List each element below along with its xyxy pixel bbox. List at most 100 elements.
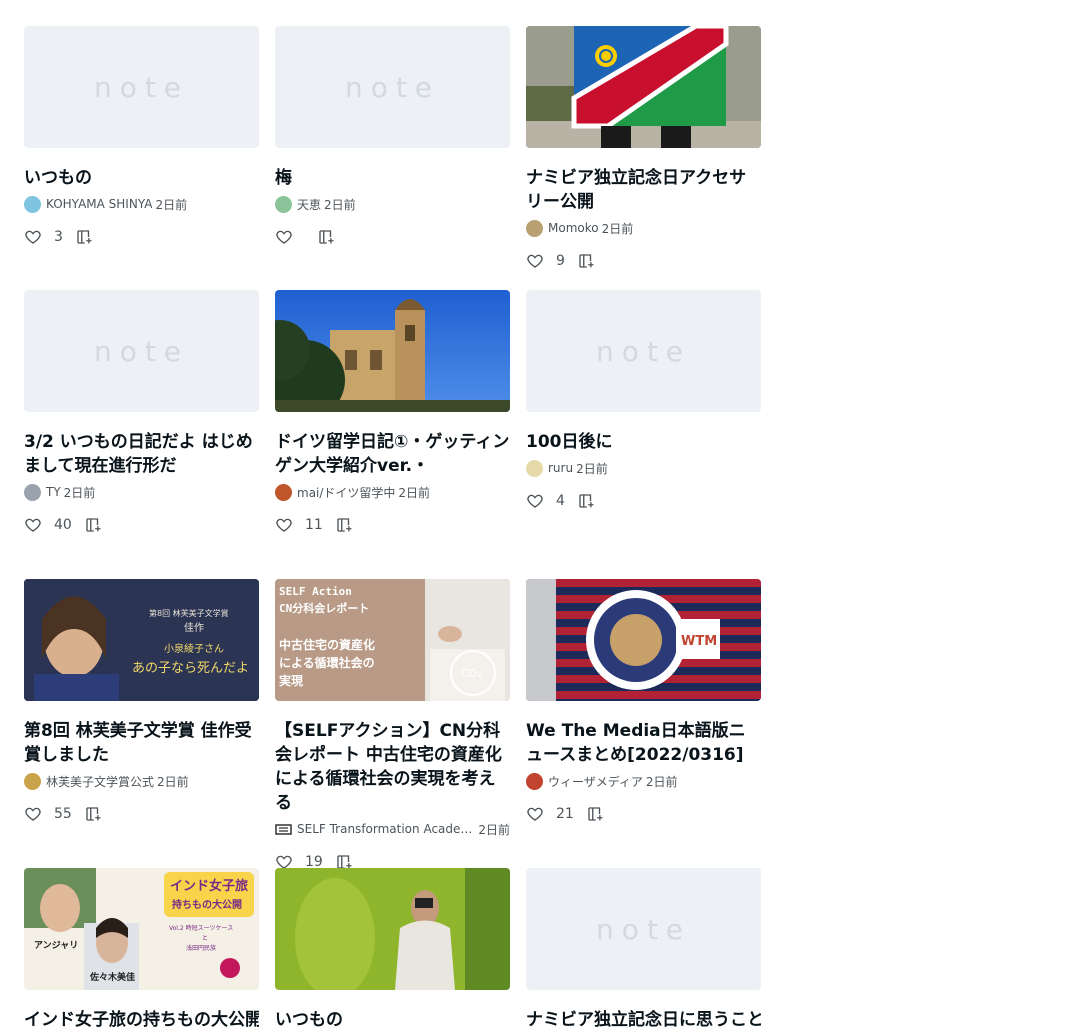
- heart-icon[interactable]: [526, 492, 544, 510]
- heart-icon[interactable]: [24, 516, 42, 534]
- add-to-magazine-icon[interactable]: [75, 228, 93, 246]
- article-card[interactable]: note 3/2 いつもの日記だよ はじめまして現在進行形だ TY 2日前 40: [24, 290, 259, 579]
- article-card[interactable]: CO₂ SELF Action CN分科会レポート 中古住宅の資産化 による循環…: [275, 579, 510, 870]
- author-avatar[interactable]: [24, 195, 41, 213]
- author-avatar[interactable]: [24, 772, 41, 790]
- heart-icon[interactable]: [24, 228, 42, 246]
- article-meta: ruru 2日前: [526, 459, 761, 477]
- article-title[interactable]: 梅: [275, 166, 510, 190]
- like-count: 4: [556, 493, 565, 509]
- article-meta: SELF Transformation Academy 2日前: [275, 820, 510, 838]
- article-title[interactable]: 【SELFアクション】CN分科会レポート 中古住宅の資産化による循環社会の実現を…: [275, 719, 510, 815]
- article-title[interactable]: いつもの: [275, 1008, 510, 1032]
- author-name[interactable]: ruru: [548, 461, 573, 475]
- post-time: 2日前: [157, 774, 189, 789]
- author-name[interactable]: 林芙美子文学賞公式: [46, 773, 154, 790]
- article-thumbnail[interactable]: [275, 290, 510, 412]
- article-thumbnail[interactable]: note: [24, 290, 259, 412]
- self-line4: による循環社会の: [279, 655, 375, 670]
- heart-icon[interactable]: [24, 805, 42, 823]
- article-card[interactable]: インド女子旅 持ちもの大公開 Vol.2 時短スーツケース と 浅田円民族 アン…: [24, 868, 259, 1032]
- author-name[interactable]: ウィーザメディア: [548, 773, 643, 790]
- article-title[interactable]: いつもの: [24, 166, 259, 190]
- add-to-magazine-icon[interactable]: [335, 516, 353, 534]
- wtm-logo-text: WTM: [681, 634, 717, 649]
- article-card[interactable]: ドイツ留学日記①・ゲッティンゲン大学紹介ver.・ mai/ドイツ留学中 2日前…: [275, 290, 510, 579]
- article-title[interactable]: 100日後に: [526, 430, 761, 454]
- add-to-magazine-icon[interactable]: [586, 805, 604, 823]
- like-count: 3: [54, 229, 63, 245]
- article-thumbnail[interactable]: [526, 26, 761, 148]
- article-card[interactable]: note 100日後に ruru 2日前 4: [526, 290, 761, 579]
- like-count: 40: [54, 517, 72, 533]
- self-line5: 実現: [279, 673, 303, 688]
- article-thumbnail[interactable]: note: [24, 26, 259, 148]
- post-time: 2日前: [478, 822, 510, 837]
- india-line3: Vol.2 時短スーツケース: [169, 924, 233, 932]
- article-thumbnail[interactable]: note: [526, 290, 761, 412]
- article-actions: 3: [24, 227, 259, 247]
- add-to-magazine-icon[interactable]: [317, 228, 335, 246]
- article-thumbnail[interactable]: 第8回 林芙美子文学賞 佳作 小泉綾子さん あの子なら死んだよ: [24, 579, 259, 701]
- author-avatar[interactable]: [275, 195, 292, 213]
- article-title[interactable]: We The Media日本語版ニュースまとめ[2022/0316]: [526, 719, 761, 767]
- article-card[interactable]: いつもの: [275, 868, 510, 1032]
- article-thumbnail[interactable]: [275, 868, 510, 990]
- article-thumbnail[interactable]: note: [526, 868, 761, 990]
- author-name[interactable]: 天恵: [297, 196, 321, 213]
- article-thumbnail[interactable]: CO₂ SELF Action CN分科会レポート 中古住宅の資産化 による循環…: [275, 579, 510, 701]
- heart-icon[interactable]: [275, 516, 293, 534]
- article-actions: 55: [24, 804, 259, 824]
- post-time: 2日前: [63, 485, 96, 500]
- article-card[interactable]: note 梅 天恵 2日前: [275, 26, 510, 290]
- award-line4: あの子なら死んだよ: [132, 661, 249, 676]
- heart-icon[interactable]: [526, 252, 544, 270]
- heart-icon[interactable]: [275, 228, 293, 246]
- india-line1: インド女子旅: [170, 878, 248, 894]
- green-screen-photo: [275, 868, 510, 990]
- article-title[interactable]: ナミビア独立記念日に思うこと2017年の: [526, 1008, 761, 1032]
- article-meta: KOHYAMA SHINYA 2日前: [24, 195, 259, 213]
- author-name[interactable]: KOHYAMA SHINYA: [46, 197, 152, 211]
- article-meta: ウィーザメディア 2日前: [526, 772, 761, 790]
- author-name[interactable]: SELF Transformation Academy: [297, 822, 475, 836]
- author-name[interactable]: TY: [46, 485, 61, 499]
- add-to-magazine-icon[interactable]: [577, 252, 595, 270]
- author-name[interactable]: mai/ドイツ留学中: [297, 484, 395, 501]
- author-avatar[interactable]: [526, 772, 543, 790]
- article-actions: 21: [526, 804, 761, 824]
- article-meta: 天恵 2日前: [275, 195, 510, 213]
- article-thumbnail[interactable]: WTM: [526, 579, 761, 701]
- co2-label: CO₂: [461, 667, 482, 680]
- award-line3: 小泉綾子さん: [164, 642, 224, 655]
- article-title[interactable]: 第8回 林芙美子文学賞 佳作受賞しました: [24, 719, 259, 767]
- author-avatar[interactable]: [24, 483, 41, 501]
- article-card[interactable]: WTM We The Media日本語版ニュースまとめ[2022/0316] ウ…: [526, 579, 761, 868]
- heart-icon[interactable]: [526, 805, 544, 823]
- article-card[interactable]: ナミビア独立記念日アクセサリー公開 Momoko 2日前 9: [526, 26, 761, 290]
- article-title[interactable]: ナミビア独立記念日アクセサリー公開: [526, 166, 761, 214]
- article-title[interactable]: 3/2 いつもの日記だよ はじめまして現在進行形だ: [24, 430, 259, 478]
- add-to-magazine-icon[interactable]: [577, 492, 595, 510]
- add-to-magazine-icon[interactable]: [84, 805, 102, 823]
- article-card[interactable]: 第8回 林芙美子文学賞 佳作 小泉綾子さん あの子なら死んだよ 第8回 林芙美子…: [24, 579, 259, 868]
- author-avatar[interactable]: [526, 459, 543, 477]
- article-title[interactable]: ドイツ留学日記①・ゲッティンゲン大学紹介ver.・: [275, 430, 510, 478]
- article-thumbnail[interactable]: インド女子旅 持ちもの大公開 Vol.2 時短スーツケース と 浅田円民族 アン…: [24, 868, 259, 990]
- india-name2: 佐々木美佳: [89, 971, 135, 983]
- post-time: 2日前: [601, 221, 634, 236]
- article-meta: Momoko 2日前: [526, 219, 761, 237]
- church-photo: [275, 290, 510, 412]
- article-grid: note いつもの KOHYAMA SHINYA 2日前 3 note 梅 天恵…: [24, 26, 761, 1032]
- self-line2: CN分科会レポート: [279, 601, 369, 615]
- author-avatar[interactable]: [275, 483, 292, 501]
- author-name[interactable]: Momoko: [548, 221, 599, 235]
- add-to-magazine-icon[interactable]: [84, 516, 102, 534]
- author-avatar[interactable]: [526, 219, 543, 237]
- article-card[interactable]: note いつもの KOHYAMA SHINYA 2日前 3: [24, 26, 259, 290]
- article-title[interactable]: インド女子旅の持ちもの大公開 Vol.2 時短スー: [24, 1008, 259, 1032]
- article-card[interactable]: note ナミビア独立記念日に思うこと2017年の: [526, 868, 761, 1032]
- author-avatar[interactable]: [275, 820, 292, 838]
- article-thumbnail[interactable]: note: [275, 26, 510, 148]
- article-actions: 9: [526, 251, 761, 271]
